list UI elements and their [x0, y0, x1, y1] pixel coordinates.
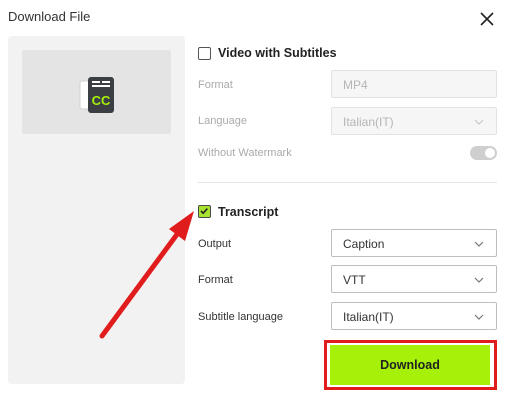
dialog-title: Download File — [8, 9, 91, 24]
video-format-field: MP4 — [331, 70, 497, 98]
preview-thumbnail: CC — [22, 50, 171, 134]
transcript-checkbox[interactable] — [198, 205, 211, 218]
transcript-format-select[interactable]: VTT — [331, 265, 497, 293]
chevron-down-icon — [474, 277, 484, 283]
subtitle-language-label: Subtitle language — [198, 311, 284, 323]
video-subtitles-checkbox[interactable] — [198, 47, 211, 60]
subtitle-language-value: Italian(IT) — [343, 310, 394, 324]
without-watermark-label: Without Watermark — [198, 147, 292, 159]
output-select[interactable]: Caption — [331, 229, 497, 257]
video-subtitles-title: Video with Subtitles — [218, 46, 337, 60]
transcript-title: Transcript — [218, 205, 279, 219]
chevron-down-icon — [474, 241, 484, 247]
chevron-down-icon — [474, 119, 484, 125]
cc-icon-text: CC — [92, 93, 111, 108]
download-button[interactable]: Download — [330, 345, 490, 385]
output-value: Caption — [343, 237, 385, 251]
video-format-label: Format — [198, 79, 233, 91]
chevron-down-icon — [474, 314, 484, 320]
toggle-knob — [485, 148, 495, 158]
without-watermark-toggle[interactable] — [470, 146, 497, 160]
subtitle-language-select[interactable]: Italian(IT) — [331, 302, 497, 330]
checkmark-icon — [200, 208, 208, 215]
output-label: Output — [198, 238, 232, 250]
transcript-format-value: VTT — [343, 273, 366, 287]
video-language-select: Italian(IT) — [331, 107, 497, 135]
transcript-format-label: Format — [198, 274, 233, 286]
section-divider — [198, 182, 497, 183]
video-language-value: Italian(IT) — [343, 115, 394, 129]
preview-panel: CC — [8, 36, 185, 384]
cc-subtitle-file-icon: CC — [79, 77, 114, 113]
video-format-value: MP4 — [343, 78, 368, 92]
video-language-label: Language — [198, 115, 247, 127]
close-icon[interactable] — [477, 9, 497, 29]
